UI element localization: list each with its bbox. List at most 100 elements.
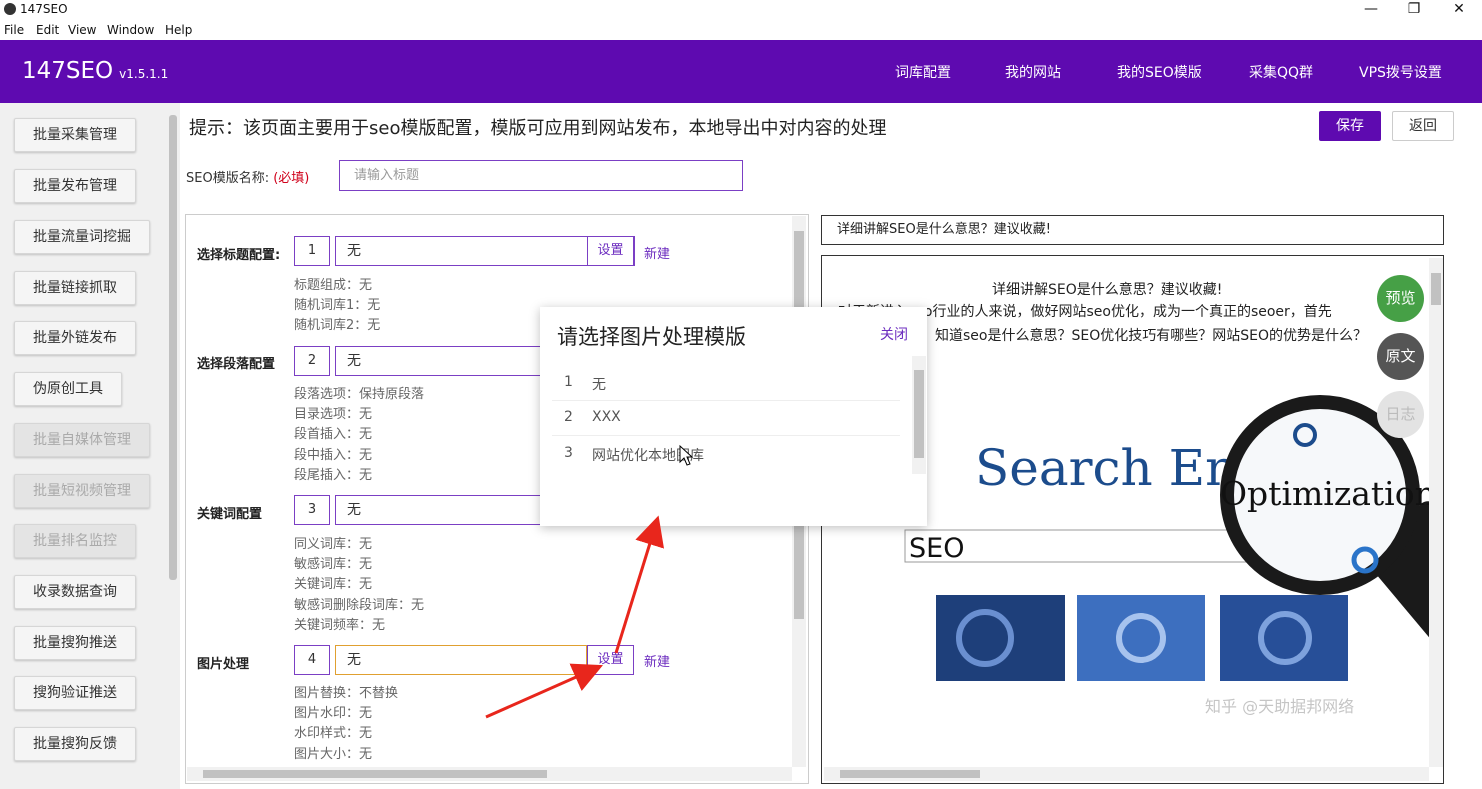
menu-bar <box>0 19 1482 40</box>
detail-line: 敏感词删除段词库：无 <box>294 597 425 613</box>
image-config-label: 图片处理 <box>197 657 250 672</box>
close-button[interactable]: ✕ <box>1436 0 1482 19</box>
nav-my-seo-templates[interactable]: 我的SEO模版 <box>1117 62 1202 82</box>
version-label: v1.5.1.1 <box>119 67 169 81</box>
keyword-config-value[interactable]: 无 <box>335 495 545 525</box>
keyword-config-number[interactable]: 3 <box>294 495 330 525</box>
detail-line: 随机词库1：无 <box>294 298 381 314</box>
sidebar-item-sogou-verify-push[interactable]: 搜狗验证推送 <box>14 676 136 710</box>
list-item-name: 网站优化本地图库 <box>592 448 704 464</box>
list-item-name: 无 <box>592 377 606 393</box>
sidebar-item-traffic-keywords[interactable]: 批量流量词挖掘 <box>14 220 150 254</box>
detail-line: 段首插入：无 <box>294 427 373 443</box>
scrollbar-thumb[interactable] <box>169 115 177 580</box>
preview-horizontal-scrollbar[interactable] <box>824 767 1429 781</box>
sidebar-item-pseudo-original[interactable]: 伪原创工具 <box>14 372 122 406</box>
preview-float-button[interactable]: 预览 <box>1377 275 1424 322</box>
watermark: 知乎 @天助据邦网络 <box>1205 697 1355 716</box>
sidebar-item-batch-collect[interactable]: 批量采集管理 <box>14 118 136 152</box>
title-config-new-link[interactable]: 新建 <box>644 243 670 262</box>
list-item-number: 1 <box>564 374 573 390</box>
list-item-number: 3 <box>564 445 573 461</box>
paragraph-config-number[interactable]: 2 <box>294 346 330 376</box>
title-config-number[interactable]: 1 <box>294 236 330 266</box>
sidebar-item-rank-monitor: 批量排名监控 <box>14 524 136 558</box>
image-config-set-button[interactable]: 设置 <box>587 645 634 675</box>
image-config-value[interactable]: 无 <box>335 645 587 675</box>
paragraph-config-value[interactable]: 无 <box>335 346 545 376</box>
sidebar-item-sogou-push[interactable]: 批量搜狗推送 <box>14 626 136 660</box>
back-button[interactable]: 返回 <box>1392 111 1454 141</box>
menu-file[interactable]: File <box>4 23 24 37</box>
modal-list-item[interactable]: 1 无 <box>552 366 900 401</box>
detail-line: 段尾插入：无 <box>294 467 373 483</box>
keyword-config-label: 关键词配置 <box>197 507 263 522</box>
gear-photo <box>1077 595 1205 681</box>
nav-lexicon-config[interactable]: 词库配置 <box>895 62 951 82</box>
modal-list-item[interactable]: 2 XXX <box>552 401 900 436</box>
gear-photo <box>1220 595 1348 681</box>
app-icon <box>4 3 16 15</box>
modal-title: 请选择图片处理模版 <box>557 325 746 349</box>
restore-button[interactable]: ❐ <box>1391 0 1437 19</box>
nav-my-sites[interactable]: 我的网站 <box>1005 62 1061 82</box>
title-config-details: 标题组成：无 随机词库1：无 随机词库2：无 <box>294 276 380 337</box>
sidebar-item-batch-publish[interactable]: 批量发布管理 <box>14 169 136 203</box>
sidebar-item-sogou-feedback[interactable]: 批量搜狗反馈 <box>14 727 136 761</box>
scrollbar-thumb[interactable] <box>840 770 980 778</box>
template-name-label: SEO模版名称: (必填) <box>186 167 309 186</box>
detail-line: 段中插入：无 <box>294 447 373 463</box>
page-hint: 提示：该页面主要用于seo模版配置，模版可应用到网站发布，本地导出中对内容的处理 <box>189 118 887 139</box>
template-name-label-text: SEO模版名称: <box>186 171 270 186</box>
nav-vps-dial[interactable]: VPS拨号设置 <box>1359 62 1442 82</box>
scrollbar-thumb[interactable] <box>203 770 547 778</box>
scrollbar-thumb[interactable] <box>1431 273 1441 305</box>
minimize-button[interactable]: — <box>1348 0 1394 19</box>
sidebar-item-backlink-publish[interactable]: 批量外链发布 <box>14 321 136 355</box>
sidebar-item-short-video: 批量短视频管理 <box>14 474 150 508</box>
template-name-input[interactable]: 请输入标题 <box>339 160 743 191</box>
modal-close-link[interactable]: 关闭 <box>880 324 908 344</box>
sidebar-item-link-crawl[interactable]: 批量链接抓取 <box>14 271 136 305</box>
list-item-name: XXX <box>592 409 621 425</box>
image-config-number[interactable]: 4 <box>294 645 330 675</box>
detail-line: 图片替换：不替换 <box>294 686 399 701</box>
preview-vertical-scrollbar[interactable] <box>1429 258 1443 767</box>
image-config-details: 图片替换：不替换 图片水印：无 水印样式：无 图片大小：无 <box>294 684 398 765</box>
required-mark: (必填) <box>273 171 310 186</box>
nav-qq-groups[interactable]: 采集QQ群 <box>1249 62 1313 82</box>
list-item-number: 2 <box>564 409 573 425</box>
config-horizontal-scrollbar[interactable] <box>187 767 792 781</box>
menu-window[interactable]: Window <box>107 23 154 37</box>
paragraph-config-details: 段落选项：保持原段落 目录选项：无 段首插入：无 段中插入：无 段尾插入：无 <box>294 385 424 486</box>
seo-illustration: Search Engine SEO Optimization <box>904 395 1482 681</box>
save-button[interactable]: 保存 <box>1319 111 1381 141</box>
menu-help[interactable]: Help <box>165 23 192 37</box>
gear-photo <box>936 595 1065 681</box>
image-config-new-link[interactable]: 新建 <box>644 651 670 670</box>
original-float-button[interactable]: 原文 <box>1377 333 1424 380</box>
menu-edit[interactable]: Edit <box>36 23 59 37</box>
detail-line: 图片大小：无 <box>294 746 373 762</box>
detail-line: 随机词库2：无 <box>294 318 381 334</box>
modal-list-item[interactable]: 3 网站优化本地图库 <box>552 437 900 472</box>
detail-line: 关键词库：无 <box>294 577 373 593</box>
detail-line: 目录选项：无 <box>294 407 373 423</box>
detail-line: 标题组成：无 <box>294 278 373 293</box>
image-text: SEO <box>909 533 964 564</box>
window-title: 147SEO <box>20 2 68 16</box>
modal-scrollbar[interactable] <box>912 356 926 474</box>
preview-title-bar: 详细讲解SEO是什么意思？建议收藏! <box>821 215 1444 245</box>
sidebar-item-self-media: 批量自媒体管理 <box>14 423 150 457</box>
image-text: Optimization <box>1220 474 1429 513</box>
keyword-config-details: 同义词库：无 敏感词库：无 关键词库：无 敏感词删除段词库：无 关键词频率：无 <box>294 535 424 636</box>
detail-line: 图片水印：无 <box>294 706 373 722</box>
article-title: 详细讲解SEO是什么意思？建议收藏! <box>992 282 1223 298</box>
detail-line: 水印样式：无 <box>294 726 373 742</box>
log-float-button[interactable]: 日志 <box>1377 391 1424 438</box>
scrollbar-thumb[interactable] <box>914 370 924 458</box>
sidebar-scrollbar[interactable] <box>166 103 180 789</box>
title-config-set-button[interactable]: 设置 <box>587 236 634 266</box>
sidebar-item-index-query[interactable]: 收录数据查询 <box>14 575 136 609</box>
menu-view[interactable]: View <box>68 23 96 37</box>
